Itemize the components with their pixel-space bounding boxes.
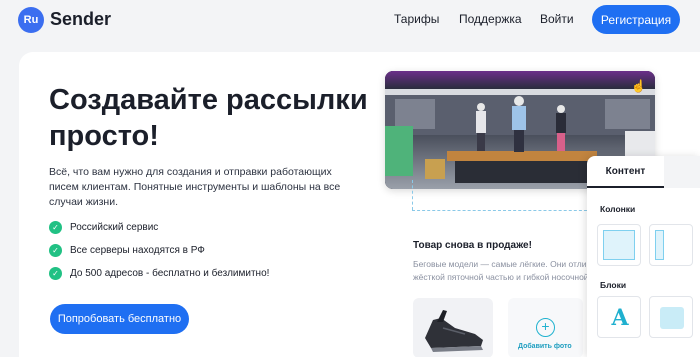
feature-item: ✓ До 500 адресов - бесплатно и безлимитн… [49, 266, 269, 280]
sneaker-image[interactable] [413, 298, 493, 357]
two-column-icon [655, 230, 664, 260]
check-icon: ✓ [49, 266, 62, 280]
feature-item: ✓ Все серверы находятся в РФ [49, 243, 205, 257]
feature-label: Все серверы находятся в РФ [70, 244, 205, 256]
newsletter-text[interactable]: Беговые модели — самые лёгкие. Они отлич… [413, 258, 613, 284]
site-header: Ru Sender Тарифы Поддержка Войти Регистр… [0, 0, 700, 40]
hero-description: Всё, что вам нужно для создания и отправ… [49, 166, 341, 208]
content-panel: Контент Колонки Блоки A [587, 156, 700, 357]
columns-heading: Колонки [600, 204, 636, 214]
logo-text[interactable]: Sender [50, 9, 111, 30]
text-block-tile[interactable]: A [597, 296, 641, 338]
check-icon: ✓ [49, 243, 62, 257]
register-button[interactable]: Регистрация [592, 5, 680, 34]
logo-badge[interactable]: Ru [18, 7, 44, 33]
single-column-icon [603, 230, 635, 260]
text-block-icon: A [611, 305, 629, 331]
newsletter-text-line: жёсткой пяточной частью и гибкой носочно… [413, 272, 589, 282]
tab-content[interactable]: Контент [587, 156, 664, 188]
feature-item: ✓ Российский сервис [49, 220, 158, 234]
nav-link-pricing[interactable]: Тарифы [394, 12, 439, 26]
sneaker-icon [425, 310, 483, 352]
blocks-heading: Блоки [600, 280, 627, 290]
add-photo-tile[interactable]: + Добавить фото [508, 298, 583, 357]
selection-outline-vertical [412, 180, 413, 210]
plus-icon: + [536, 318, 555, 337]
nav-link-login[interactable]: Войти [540, 12, 574, 26]
image-block-icon [660, 307, 684, 329]
column-layout-tile[interactable] [597, 224, 641, 266]
nav-link-support[interactable]: Поддержка [459, 12, 522, 26]
try-free-button[interactable]: Попробовать бесплатно [50, 304, 189, 334]
hero-title: Создавайте рассылки просто! [49, 84, 368, 152]
newsletter-preview: Товар снова в продаже! Беговые модели — … [405, 228, 613, 357]
hand-cursor-icon: ☝ [631, 79, 646, 93]
feature-label: До 500 адресов - бесплатно и безлимитно! [70, 267, 270, 279]
hero-card: Создавайте рассылки просто! Всё, что вам… [19, 52, 700, 357]
newsletter-title[interactable]: Товар снова в продаже! [413, 240, 532, 251]
feature-label: Российский сервис [70, 221, 159, 233]
newsletter-text-line: Беговые модели — самые лёгкие. Они отлич… [413, 259, 613, 269]
check-icon: ✓ [49, 220, 62, 234]
tab-settings[interactable] [664, 156, 700, 188]
add-photo-label: Добавить фото [518, 343, 572, 350]
column-layout-tile[interactable] [649, 224, 693, 266]
image-block-tile[interactable] [649, 296, 693, 338]
selection-outline-horizontal [412, 210, 592, 211]
